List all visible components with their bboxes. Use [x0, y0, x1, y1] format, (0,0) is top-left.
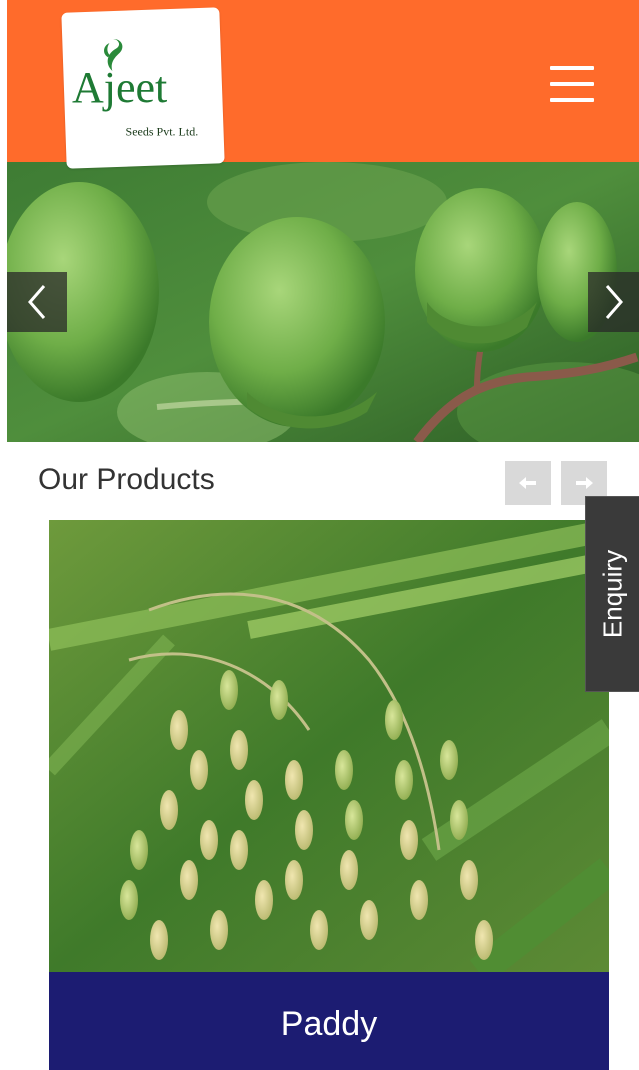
hamburger-menu-icon[interactable] [550, 66, 594, 102]
enquiry-label: Enquiry [597, 549, 627, 639]
logo[interactable]: Ajeet Seeds Pvt. Ltd. [61, 7, 225, 169]
arrow-right-icon [576, 477, 593, 489]
product-photo [49, 520, 609, 972]
page: Ajeet Seeds Pvt. Ltd. Our Products Paddy… [0, 0, 639, 1070]
chevron-left-icon [28, 285, 46, 319]
site-header: Ajeet Seeds Pvt. Ltd. [7, 0, 639, 169]
hero-slider [7, 162, 639, 442]
product-card[interactable]: Paddy [49, 520, 609, 1070]
logo-name: Ajeet [71, 62, 168, 112]
section-title-our-products: Our Products [38, 463, 215, 496]
arrow-left-icon [519, 477, 536, 489]
hero-image [7, 162, 639, 442]
product-label-paddy[interactable]: Paddy [49, 972, 609, 1070]
hero-next-button[interactable] [588, 272, 639, 332]
hero-prev-button[interactable] [7, 272, 67, 332]
logo-subtitle: Seeds Pvt. Ltd. [125, 124, 199, 139]
enquiry-tab[interactable]: Enquiry [585, 496, 639, 692]
products-prev-button[interactable] [505, 461, 551, 505]
product-image [49, 520, 609, 972]
chevron-right-icon [605, 285, 623, 319]
